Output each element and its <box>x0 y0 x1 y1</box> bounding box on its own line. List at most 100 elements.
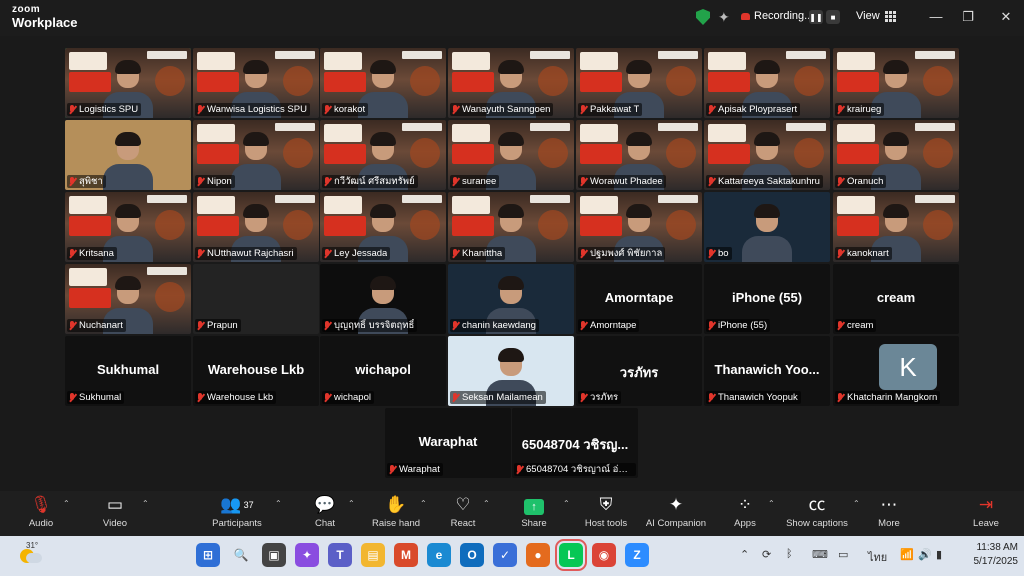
show-captions-button[interactable]: ㏄ Show captions <box>780 494 854 534</box>
participant-tile[interactable]: wichapol wichapol <box>320 336 446 406</box>
participant-tile[interactable]: chanin kaewdang <box>448 264 574 334</box>
taskbar-file-explorer-icon[interactable]: ▤ <box>361 543 385 567</box>
taskbar-firefox-icon[interactable]: ● <box>526 543 550 567</box>
audio-options-chevron-icon[interactable]: ⌃ <box>63 499 70 508</box>
participant-name-label: Nuchanart <box>67 319 126 332</box>
participant-name: Pakkawat T <box>590 104 640 115</box>
more-button[interactable]: ⋯ More <box>854 494 924 534</box>
taskbar-clock[interactable]: 11:38 AM 5/17/2025 <box>954 541 1019 569</box>
taskbar-teams-icon[interactable]: T <box>328 543 352 567</box>
pause-recording-button[interactable]: ❚❚ <box>809 10 823 24</box>
mic-muted-icon <box>197 393 204 402</box>
participant-tile[interactable]: krairueg <box>833 48 959 118</box>
leave-icon: ⇥ <box>978 495 994 514</box>
participant-tile[interactable]: Thanawich Yoo... Thanawich Yoopuk <box>704 336 830 406</box>
view-button[interactable]: View <box>856 10 896 22</box>
wifi-icon[interactable]: 📶 <box>900 548 914 561</box>
sync-icon[interactable]: ⟳ <box>762 548 771 561</box>
volume-icon[interactable]: 🔊 <box>918 548 932 561</box>
participant-tile[interactable]: 65048704 วชิรญ... 65048704 วชิรญาณ์ อ่อน.… <box>512 408 638 478</box>
share-chevron-icon[interactable]: ⌃ <box>563 499 570 508</box>
participant-tile[interactable]: ปฐมพงศ์ พิชัยกาล <box>576 192 702 262</box>
react-chevron-icon[interactable]: ⌃ <box>483 499 490 508</box>
taskbar-line-icon[interactable]: L <box>555 539 587 571</box>
raise-hand-chevron-icon[interactable]: ⌃ <box>420 499 427 508</box>
battery-icon[interactable]: ▮ <box>936 548 942 561</box>
ai-sparkle-icon[interactable]: ✦ <box>718 9 730 26</box>
participant-tile[interactable]: kanoknart <box>833 192 959 262</box>
participant-tile[interactable]: Wanayuth Sanngoen <box>448 48 574 118</box>
participants-chevron-icon[interactable]: ⌃ <box>275 499 282 508</box>
weather-widget[interactable]: 31° <box>18 541 42 567</box>
participant-tile[interactable]: สุพิชา <box>65 120 191 190</box>
more-label: More <box>878 518 900 529</box>
participant-tile[interactable]: Wanwisa Logistics SPU <box>193 48 319 118</box>
participant-tile[interactable]: korakot <box>320 48 446 118</box>
participant-tile[interactable]: Pakkawat T <box>576 48 702 118</box>
participant-name: Wanwisa Logistics SPU <box>207 104 307 115</box>
participants-button[interactable]: 👥 37 Participants <box>202 494 272 534</box>
chat-chevron-icon[interactable]: ⌃ <box>348 499 355 508</box>
close-button[interactable]: ✕ <box>996 8 1016 26</box>
taskbar-outlook-icon[interactable]: O <box>460 543 484 567</box>
encryption-shield-icon[interactable] <box>696 9 710 25</box>
stop-recording-button[interactable]: ■ <box>826 10 840 24</box>
participant-tile[interactable]: Amorntape Amorntape <box>576 264 702 334</box>
taskbar-task-view-icon[interactable]: ▣ <box>262 543 286 567</box>
taskbar-edge-icon[interactable]: e <box>427 543 451 567</box>
participant-tile[interactable]: K Khatcharin Mangkorn <box>833 336 959 406</box>
participant-tile[interactable]: Khanittha <box>448 192 574 262</box>
participant-tile[interactable]: วรภัทร วรภัทร <box>576 336 702 406</box>
video-button[interactable]: ▭ Video <box>80 494 150 534</box>
taskbar-copilot-icon[interactable]: ✦ <box>295 543 319 567</box>
participant-tile[interactable]: bo <box>704 192 830 262</box>
participant-tile[interactable]: Seksan Mailamean <box>448 336 574 406</box>
participant-name-label: Warehouse Lkb <box>195 391 277 404</box>
participant-tile[interactable]: Warehouse Lkb Warehouse Lkb <box>193 336 319 406</box>
participant-tile[interactable]: Sukhumal Sukhumal <box>65 336 191 406</box>
participant-tile[interactable]: suranee <box>448 120 574 190</box>
display-icon[interactable]: ▭ <box>838 548 848 561</box>
taskbar-zoom-icon[interactable]: Z <box>625 543 649 567</box>
participant-tile[interactable]: Apisak Ployprasert <box>704 48 830 118</box>
participant-tile[interactable]: cream cream <box>833 264 959 334</box>
taskbar-chrome-icon[interactable]: ◉ <box>592 543 616 567</box>
participant-tile[interactable]: Prapun <box>193 264 319 334</box>
bluetooth-icon[interactable]: ᛒ <box>786 548 793 560</box>
participant-tile[interactable]: Ley Jessada <box>320 192 446 262</box>
share-button[interactable]: ↑ Share <box>499 494 569 534</box>
taskbar-m365-icon[interactable]: M <box>394 543 418 567</box>
participant-tile[interactable]: กวีวัฒน์ ศรีสมทรัพย์ <box>320 120 446 190</box>
participant-tile[interactable]: Kritsana <box>65 192 191 262</box>
participant-tile[interactable]: NUtthawut Rajchasri <box>193 192 319 262</box>
video-options-chevron-icon[interactable]: ⌃ <box>142 499 149 508</box>
participant-tile[interactable]: บุญฤทธิ์ บรรจิตฤทธิ์ <box>320 264 446 334</box>
participant-tile[interactable]: Oranuch <box>833 120 959 190</box>
participant-tile[interactable]: iPhone (55) iPhone (55) <box>704 264 830 334</box>
leave-button[interactable]: ⇥ Leave <box>951 494 1021 534</box>
captions-icon: ㏄ <box>808 495 826 514</box>
keyboard-icon[interactable]: ⌨ <box>812 548 828 561</box>
participant-name: cream <box>847 320 874 331</box>
participant-name: ปฐมพงศ์ พิชัยกาล <box>590 248 663 259</box>
participant-tile[interactable]: Logistics SPU <box>65 48 191 118</box>
participant-name-label: กวีวัฒน์ ศรีสมทรัพย์ <box>322 175 418 188</box>
participant-display-name: cream <box>876 290 916 305</box>
participant-tile[interactable]: Kattareeya Saktakunhru <box>704 120 830 190</box>
mic-muted-icon <box>197 177 204 186</box>
restore-button[interactable]: ❐ <box>958 8 978 26</box>
tray-overflow-chevron-icon[interactable]: ⌃ <box>740 548 749 561</box>
participant-tile[interactable]: Nipon <box>193 120 319 190</box>
participant-tile[interactable]: Waraphat Waraphat <box>385 408 511 478</box>
participant-tile[interactable]: Worawut Phadee <box>576 120 702 190</box>
taskbar-start-icon[interactable]: ⊞ <box>196 543 220 567</box>
ai-companion-icon: ✦ <box>668 495 684 514</box>
taskbar-search-icon[interactable]: 🔍 <box>229 543 253 567</box>
minimize-button[interactable]: — <box>926 8 946 26</box>
apps-chevron-icon[interactable]: ⌃ <box>768 499 775 508</box>
taskbar-todo-icon[interactable]: ✓ <box>493 543 517 567</box>
host-tools-button[interactable]: ⛨ Host tools <box>571 494 641 534</box>
ai-companion-button[interactable]: ✦ AI Companion <box>637 494 715 534</box>
participant-tile[interactable]: Nuchanart <box>65 264 191 334</box>
input-language[interactable]: ไทย <box>868 548 887 566</box>
